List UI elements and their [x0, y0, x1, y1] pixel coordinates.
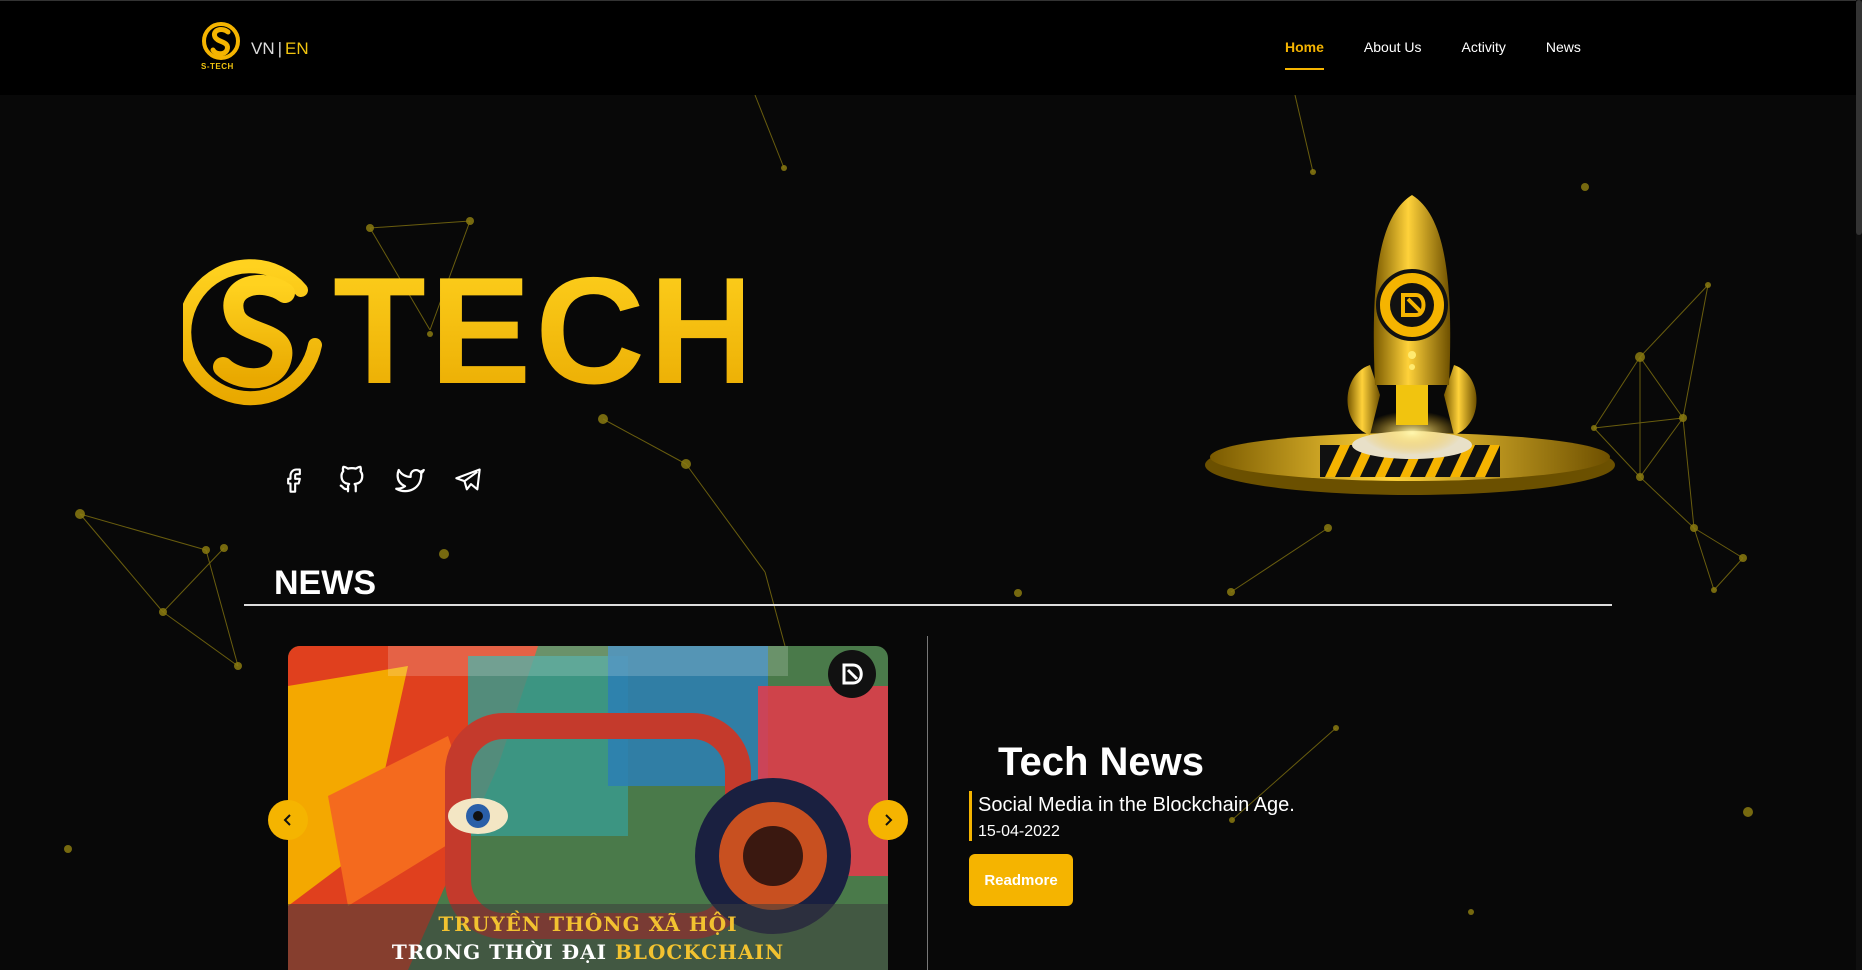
twitter-icon[interactable]: [394, 464, 426, 496]
news-detail-date: 15-04-2022: [978, 823, 1060, 840]
facebook-icon[interactable]: [278, 464, 310, 496]
main-nav: Home About Us Activity News: [1285, 39, 1621, 70]
card-caption-line1: TRUYỀN THÔNG XÃ HỘI: [438, 912, 738, 936]
carousel-next-button[interactable]: [868, 800, 908, 840]
news-detail-accent-bar: [969, 791, 972, 841]
nav-about-us[interactable]: About Us: [1364, 39, 1422, 55]
card-caption-line2-prefix: TRONG THỜI ĐẠI: [391, 940, 615, 964]
social-links: [278, 464, 484, 496]
nav-news[interactable]: News: [1546, 39, 1581, 55]
scrollbar-thumb[interactable]: [1856, 0, 1862, 235]
news-divider: [244, 604, 1612, 606]
lang-separator: |: [277, 39, 283, 58]
news-card-image[interactable]: TRUYỀN THÔNG XÃ HỘI TRONG THỜI ĐẠI BLOCK…: [288, 646, 888, 970]
rocket-illustration: [1205, 195, 1615, 495]
chevron-left-icon: [283, 814, 291, 826]
top-navigation-bar: S-TECH VN | EN Home About Us Activity News: [0, 0, 1862, 95]
lang-en-option[interactable]: EN: [285, 39, 309, 58]
hero-brand-text: TECH: [333, 255, 743, 410]
page-scrollbar[interactable]: [1856, 0, 1862, 970]
news-detail-heading: Tech News: [998, 740, 1204, 784]
news-section-title: NEWS: [274, 564, 376, 602]
nav-activity[interactable]: Activity: [1462, 39, 1506, 55]
chevron-right-icon: [885, 814, 893, 826]
logo-caption: S-TECH: [201, 62, 234, 71]
card-caption-line2: TRONG THỜI ĐẠI BLOCKCHAIN: [288, 940, 888, 964]
language-switcher: VN | EN: [251, 39, 309, 59]
readmore-button[interactable]: Readmore: [969, 854, 1073, 906]
nav-home[interactable]: Home: [1285, 39, 1324, 70]
card-caption-line2-highlight: BLOCKCHAIN: [614, 940, 785, 964]
card-brand-badge-icon: [828, 650, 876, 698]
github-icon[interactable]: [336, 464, 368, 496]
news-vertical-divider: [927, 636, 928, 970]
hero-stech-logo: TECH: [183, 255, 743, 410]
telegram-icon[interactable]: [452, 464, 484, 496]
carousel-prev-button[interactable]: [268, 800, 308, 840]
news-detail-title[interactable]: Social Media in the Blockchain Age.: [978, 794, 1295, 817]
lang-vn-option[interactable]: VN: [251, 39, 275, 58]
card-caption: TRUYỀN THÔNG XÃ HỘI TRONG THỜI ĐẠI BLOCK…: [288, 904, 888, 970]
